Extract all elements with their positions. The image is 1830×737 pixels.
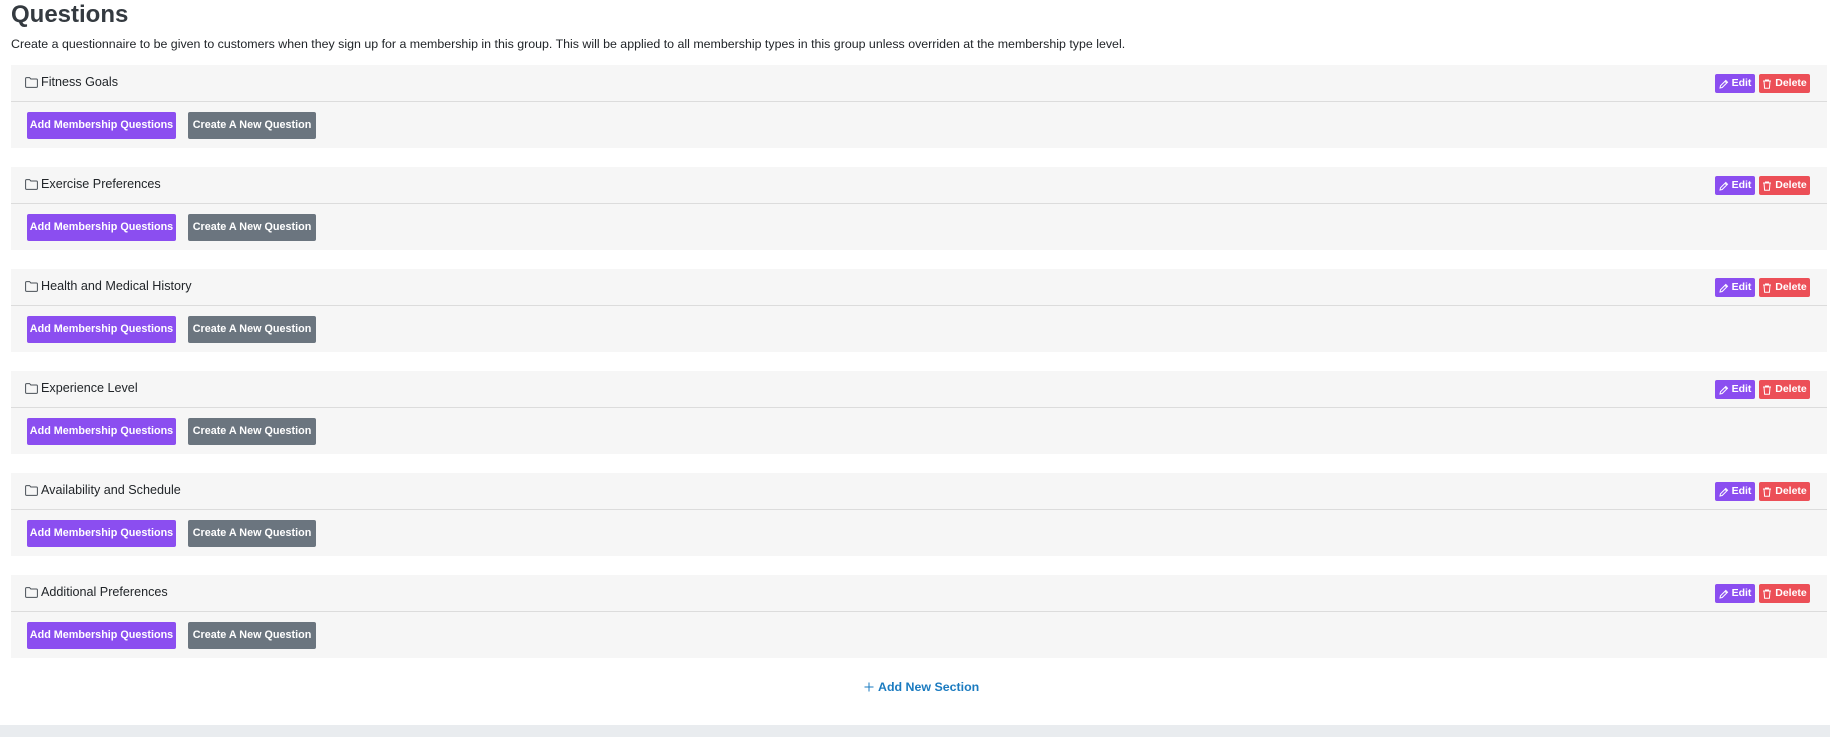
edit-button-label: Edit — [1731, 587, 1752, 599]
delete-section-button[interactable]: Delete — [1759, 74, 1810, 93]
footer-band — [0, 725, 1830, 737]
section-header: Health and Medical History Edit Delete — [11, 269, 1827, 306]
delete-section-button[interactable]: Delete — [1759, 482, 1810, 501]
create-new-question-button[interactable]: Create A New Question — [188, 418, 316, 445]
edit-button-label: Edit — [1731, 179, 1752, 191]
pencil-icon — [1718, 181, 1728, 191]
edit-section-button[interactable]: Edit — [1715, 176, 1755, 195]
edit-section-button[interactable]: Edit — [1715, 380, 1755, 399]
delete-button-label: Delete — [1775, 77, 1807, 89]
add-new-section-link[interactable]: Add New Section — [864, 679, 979, 695]
pencil-icon — [1718, 589, 1728, 599]
trash-icon — [1763, 181, 1772, 191]
delete-button-label: Delete — [1775, 587, 1807, 599]
pencil-icon — [1718, 487, 1728, 497]
questions-page: Questions Create a questionnaire to be g… — [0, 0, 1830, 725]
trash-icon — [1763, 79, 1772, 89]
edit-section-button[interactable]: Edit — [1715, 584, 1755, 603]
edit-button-label: Edit — [1731, 485, 1752, 497]
folder-icon — [25, 281, 38, 292]
page-description: Create a questionnaire to be given to cu… — [11, 37, 1126, 51]
delete-section-button[interactable]: Delete — [1759, 176, 1810, 195]
delete-button-label: Delete — [1775, 383, 1807, 395]
create-new-question-button[interactable]: Create A New Question — [188, 622, 316, 649]
folder-icon — [25, 587, 38, 598]
question-section: Fitness Goals Edit Delete Add Membership… — [11, 65, 1827, 148]
trash-icon — [1763, 385, 1772, 395]
edit-section-button[interactable]: Edit — [1715, 74, 1755, 93]
delete-button-label: Delete — [1775, 485, 1807, 497]
add-new-section-label: Add New Section — [878, 680, 980, 694]
delete-section-button[interactable]: Delete — [1759, 380, 1810, 399]
trash-icon — [1763, 487, 1772, 497]
folder-icon — [25, 179, 38, 190]
edit-button-label: Edit — [1731, 77, 1752, 89]
add-membership-questions-button[interactable]: Add Membership Questions — [27, 316, 176, 343]
section-header: Additional Preferences Edit Delete — [11, 575, 1827, 612]
create-new-question-button[interactable]: Create A New Question — [188, 316, 316, 343]
question-section: Experience Level Edit Delete Add Members… — [11, 371, 1827, 454]
pencil-icon — [1718, 79, 1728, 89]
add-membership-questions-button[interactable]: Add Membership Questions — [27, 214, 176, 241]
question-section: Health and Medical History Edit Delete A… — [11, 269, 1827, 352]
folder-icon — [25, 485, 38, 496]
section-title: Additional Preferences — [41, 585, 168, 599]
question-section: Additional Preferences Edit Delete Add M… — [11, 575, 1827, 658]
section-header: Fitness Goals Edit Delete — [11, 65, 1827, 102]
section-title: Health and Medical History — [41, 279, 192, 293]
edit-section-button[interactable]: Edit — [1715, 482, 1755, 501]
edit-button-label: Edit — [1731, 281, 1752, 293]
trash-icon — [1763, 283, 1772, 293]
create-new-question-button[interactable]: Create A New Question — [188, 214, 316, 241]
pencil-icon — [1718, 385, 1728, 395]
delete-button-label: Delete — [1775, 179, 1807, 191]
section-title: Exercise Preferences — [41, 177, 161, 191]
section-header: Exercise Preferences Edit Delete — [11, 167, 1827, 204]
section-title: Fitness Goals — [41, 75, 118, 89]
edit-button-label: Edit — [1731, 383, 1752, 395]
create-new-question-button[interactable]: Create A New Question — [188, 112, 316, 139]
add-membership-questions-button[interactable]: Add Membership Questions — [27, 418, 176, 445]
section-title: Availability and Schedule — [41, 483, 181, 497]
create-new-question-button[interactable]: Create A New Question — [188, 520, 316, 547]
add-membership-questions-button[interactable]: Add Membership Questions — [27, 520, 176, 547]
edit-section-button[interactable]: Edit — [1715, 278, 1755, 297]
folder-icon — [25, 77, 38, 88]
question-sections-list: Fitness Goals Edit Delete Add Membership… — [11, 65, 1827, 677]
section-title: Experience Level — [41, 381, 138, 395]
delete-section-button[interactable]: Delete — [1759, 584, 1810, 603]
add-membership-questions-button[interactable]: Add Membership Questions — [27, 112, 176, 139]
question-section: Exercise Preferences Edit Delete Add Mem… — [11, 167, 1827, 250]
page-title: Questions — [11, 1, 129, 28]
folder-icon — [25, 383, 38, 394]
delete-section-button[interactable]: Delete — [1759, 278, 1810, 297]
add-membership-questions-button[interactable]: Add Membership Questions — [27, 622, 176, 649]
pencil-icon — [1718, 283, 1728, 293]
plus-icon — [864, 682, 874, 692]
section-header: Availability and Schedule Edit Delete — [11, 473, 1827, 510]
trash-icon — [1763, 589, 1772, 599]
question-section: Availability and Schedule Edit Delete Ad… — [11, 473, 1827, 556]
section-header: Experience Level Edit Delete — [11, 371, 1827, 408]
delete-button-label: Delete — [1775, 281, 1807, 293]
